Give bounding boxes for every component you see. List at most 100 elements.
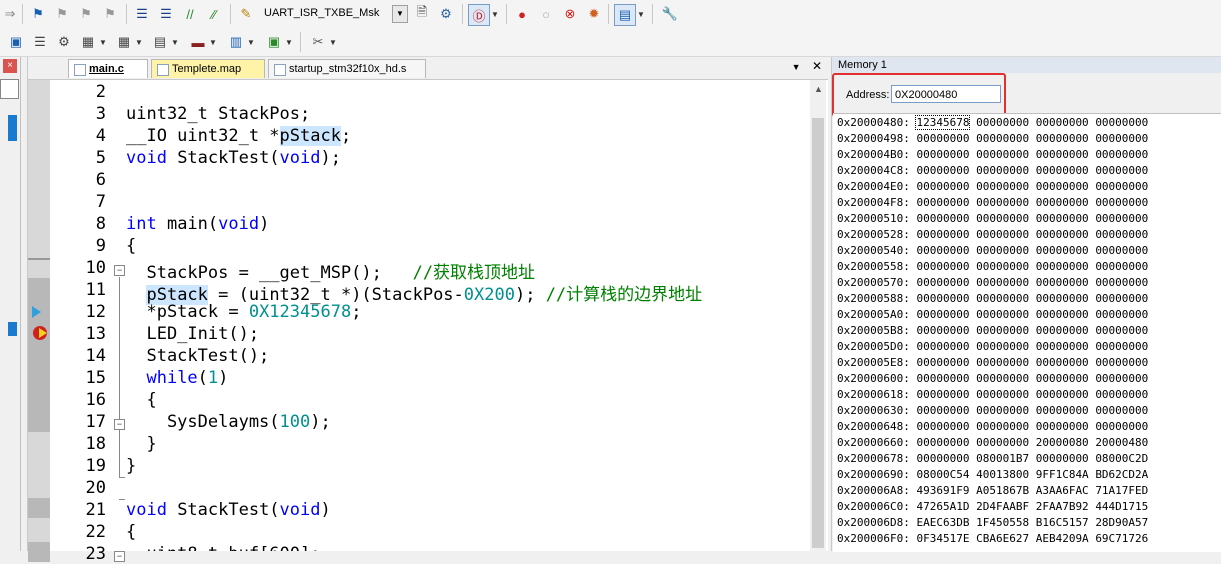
memory-value[interactable]: 00000000 bbox=[916, 292, 969, 305]
chevron-down-icon[interactable]: ▼ bbox=[98, 32, 108, 52]
chevron-down-icon[interactable]: ▼ bbox=[208, 32, 218, 52]
memory-value[interactable]: 08000C2D bbox=[1095, 452, 1148, 465]
memory-value[interactable]: 00000000 bbox=[1036, 324, 1089, 337]
code-line[interactable]: StackTest(); bbox=[126, 346, 269, 366]
memory-value[interactable]: 00000000 bbox=[976, 228, 1029, 241]
memory-value[interactable]: 00000000 bbox=[1095, 244, 1148, 257]
code-text[interactable]: uint32_t StackPos; __IO uint32_t *pStack;… bbox=[126, 80, 808, 551]
memory-value[interactable]: 080001B7 bbox=[976, 452, 1029, 465]
tab-startup[interactable]: startup_stm32f10x_hd.s bbox=[268, 59, 426, 78]
memory-value[interactable]: 69C71726 bbox=[1095, 532, 1148, 545]
tab-main-c[interactable]: main.c bbox=[68, 59, 148, 78]
memory-value[interactable]: 00000000 bbox=[916, 404, 969, 417]
scrollbar-thumb[interactable] bbox=[812, 118, 824, 548]
close-icon[interactable]: × bbox=[3, 59, 17, 73]
command-window-icon[interactable]: ▣ bbox=[6, 32, 26, 52]
memory-value[interactable]: 00000000 bbox=[1095, 420, 1148, 433]
memory-value[interactable]: 00000000 bbox=[976, 244, 1029, 257]
memory-value[interactable]: 9FF1C84A bbox=[1036, 468, 1089, 481]
memory-value[interactable]: 00000000 bbox=[1036, 292, 1089, 305]
memory-value[interactable]: 00000000 bbox=[1036, 340, 1089, 353]
chevron-down-icon[interactable]: ▼ bbox=[170, 32, 180, 52]
memory-value[interactable]: 1F450558 bbox=[976, 516, 1029, 529]
code-line[interactable]: uint8_t buf[600]; bbox=[126, 544, 320, 551]
memory-value[interactable]: 2D4FAABF bbox=[976, 500, 1029, 513]
analysis-window-icon[interactable]: ▣ bbox=[264, 32, 284, 52]
comment-icon[interactable]: // bbox=[180, 4, 200, 24]
memory-value[interactable]: A3AA6FAC bbox=[1036, 484, 1089, 497]
address-input[interactable]: 0X20000480 bbox=[891, 85, 1001, 103]
call-stack-window-icon[interactable]: ▦ bbox=[114, 32, 134, 52]
memory-value[interactable]: 00000000 bbox=[916, 388, 969, 401]
memory-value[interactable]: 0F34517E bbox=[916, 532, 969, 545]
memory-value[interactable]: 00000000 bbox=[1095, 116, 1148, 129]
memory-value[interactable]: 00000000 bbox=[1036, 180, 1089, 193]
memory-value[interactable]: 00000000 bbox=[916, 212, 969, 225]
memory-value[interactable]: 00000000 bbox=[1036, 356, 1089, 369]
code-line[interactable]: void StackTest(void); bbox=[126, 148, 341, 168]
close-icon[interactable]: ✕ bbox=[812, 59, 822, 73]
kill-breakpoints-icon[interactable]: ⊗ bbox=[560, 4, 580, 24]
code-line[interactable]: __IO uint32_t *pStack; bbox=[126, 126, 351, 146]
memory-value[interactable]: 08000C54 bbox=[916, 468, 969, 481]
memory-value[interactable]: 12345678 bbox=[915, 115, 971, 130]
memory-value[interactable]: 00000000 bbox=[976, 260, 1029, 273]
memory-value[interactable]: 00000000 bbox=[1036, 196, 1089, 209]
memory-value[interactable]: 00000000 bbox=[976, 132, 1029, 145]
chevron-down-icon[interactable]: ▼ bbox=[490, 4, 500, 24]
unindent-icon[interactable]: ☰ bbox=[156, 4, 176, 24]
memory-value[interactable]: 00000000 bbox=[1036, 148, 1089, 161]
memory-value[interactable]: 00000000 bbox=[976, 340, 1029, 353]
memory-value[interactable]: 00000000 bbox=[976, 164, 1029, 177]
memory-value[interactable]: 00000000 bbox=[916, 244, 969, 257]
nav-forward-icon[interactable]: ⇒ bbox=[0, 4, 20, 24]
memory-value[interactable]: 00000000 bbox=[1095, 132, 1148, 145]
memory-value[interactable]: A051867B bbox=[976, 484, 1029, 497]
memory-value[interactable]: B16C5157 bbox=[1036, 516, 1089, 529]
code-line[interactable]: void StackTest(void) bbox=[126, 500, 331, 520]
memory-value[interactable]: 00000000 bbox=[916, 308, 969, 321]
memory-value[interactable]: 00000000 bbox=[976, 292, 1029, 305]
memory-value[interactable]: 00000000 bbox=[916, 340, 969, 353]
toolbox-icon[interactable]: ✂ bbox=[308, 32, 328, 52]
memory-value[interactable]: 00000000 bbox=[976, 308, 1029, 321]
memory-value[interactable]: 00000000 bbox=[916, 196, 969, 209]
memory-value[interactable]: 00000000 bbox=[1095, 388, 1148, 401]
code-line[interactable]: { bbox=[126, 236, 136, 256]
panel-tab-marker[interactable] bbox=[8, 115, 17, 141]
panel-tab-marker[interactable] bbox=[8, 322, 17, 336]
tab-templete-map[interactable]: Templete.map bbox=[151, 59, 265, 78]
memory-value[interactable]: 00000000 bbox=[976, 372, 1029, 385]
chevron-down-icon[interactable]: ▼ bbox=[284, 32, 294, 52]
target-combo[interactable]: UART_ISR_TXBE_Msk ▼ bbox=[260, 5, 408, 23]
indent-icon[interactable]: ☰ bbox=[132, 4, 152, 24]
fold-toggle-icon[interactable]: − bbox=[114, 419, 125, 430]
memory-value[interactable]: 00000000 bbox=[976, 356, 1029, 369]
memory-value[interactable]: 20000080 bbox=[1036, 436, 1089, 449]
memory-value[interactable]: 00000000 bbox=[1095, 228, 1148, 241]
memory-value[interactable]: EAEC63DB bbox=[916, 516, 969, 529]
memory-value[interactable]: 00000000 bbox=[1036, 372, 1089, 385]
memory-value[interactable]: 493691F9 bbox=[916, 484, 969, 497]
code-line[interactable]: int main(void) bbox=[126, 214, 269, 234]
watch-window-icon[interactable]: ▤ bbox=[150, 32, 170, 52]
disassembly-window-icon[interactable]: ☰ bbox=[30, 32, 50, 52]
memory-value[interactable]: 00000000 bbox=[916, 180, 969, 193]
debug-session-icon[interactable]: Ⓓ bbox=[468, 4, 490, 26]
memory-value[interactable]: 00000000 bbox=[916, 372, 969, 385]
memory-value[interactable]: AEB4209A bbox=[1036, 532, 1089, 545]
memory-value[interactable]: 00000000 bbox=[1036, 244, 1089, 257]
chevron-down-icon[interactable]: ▼ bbox=[328, 32, 338, 52]
memory-value[interactable]: 00000000 bbox=[1095, 164, 1148, 177]
memory-value[interactable]: 00000000 bbox=[1036, 420, 1089, 433]
memory-value[interactable]: 00000000 bbox=[1095, 324, 1148, 337]
memory-value[interactable]: 00000000 bbox=[916, 436, 969, 449]
breakpoint-margin[interactable] bbox=[28, 80, 50, 562]
code-line[interactable]: } bbox=[126, 434, 156, 454]
symbols-window-icon[interactable]: ⚙ bbox=[54, 32, 74, 52]
code-line[interactable]: { bbox=[126, 390, 156, 410]
chevron-down-icon[interactable]: ▼ bbox=[246, 32, 256, 52]
panel-dropdown[interactable] bbox=[0, 79, 19, 99]
code-line[interactable]: } bbox=[126, 456, 136, 476]
memory-value[interactable]: 00000000 bbox=[1036, 308, 1089, 321]
